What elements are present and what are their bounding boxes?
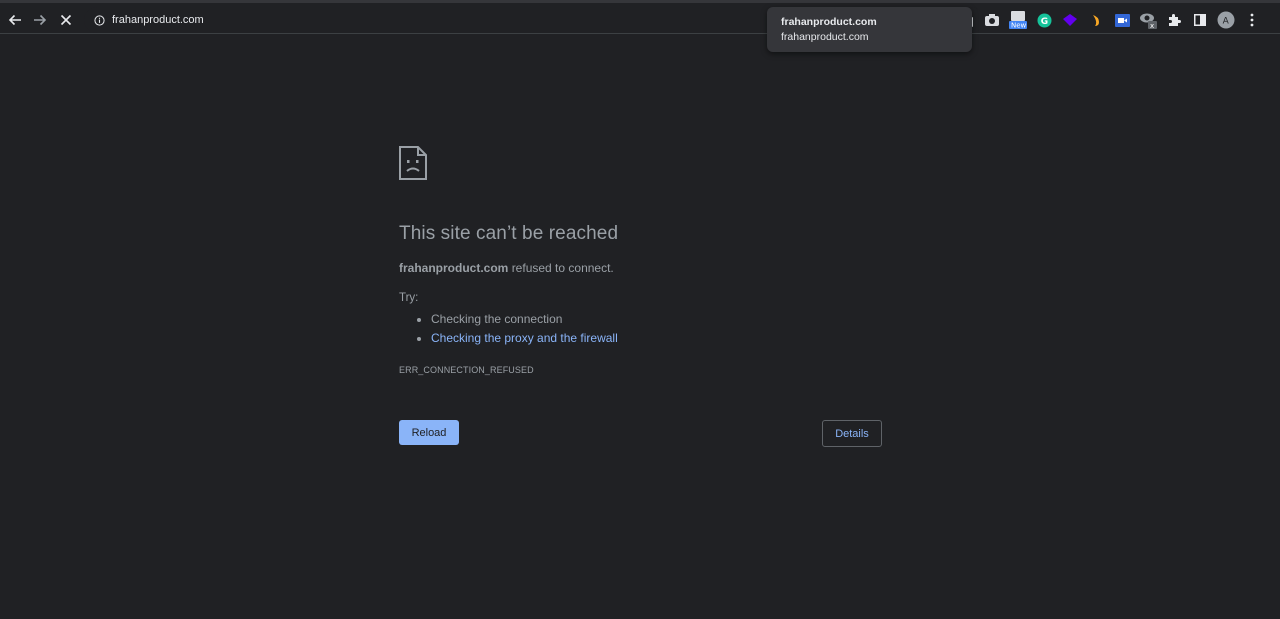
- svg-text:New: New: [1011, 22, 1027, 30]
- svg-text:G: G: [1040, 17, 1047, 27]
- url-tooltip: frahanproduct.com frahanproduct.com: [767, 7, 972, 52]
- video-record-icon[interactable]: [1112, 10, 1132, 30]
- forward-button[interactable]: [28, 8, 52, 32]
- error-message: refused to connect.: [511, 261, 614, 275]
- browser-toolbar: frahanproduct.com G New: [0, 0, 1280, 34]
- extensions-area: G New G: [950, 10, 1262, 30]
- details-button[interactable]: Details: [822, 420, 882, 447]
- tooltip-title: frahanproduct.com: [781, 16, 877, 28]
- toolbar-divider: [0, 33, 1280, 34]
- suggestion-check-proxy-link[interactable]: Checking the proxy and the firewall: [431, 331, 618, 345]
- error-code: ERR_CONNECTION_REFUSED: [399, 365, 534, 375]
- profile-avatar[interactable]: A: [1216, 10, 1236, 30]
- svg-text:x: x: [1150, 22, 1154, 29]
- suggestion-item[interactable]: Checking the proxy and the firewall: [431, 329, 882, 348]
- info-icon[interactable]: [92, 13, 106, 27]
- camera-icon[interactable]: [982, 10, 1002, 30]
- sad-document-icon: [399, 146, 427, 180]
- close-icon: [60, 14, 72, 26]
- error-description: frahanproduct.com refused to connect.: [399, 261, 882, 275]
- diamond-icon[interactable]: [1060, 10, 1080, 30]
- grammarly-icon[interactable]: G: [1034, 10, 1054, 30]
- try-label: Try:: [399, 292, 419, 304]
- back-button[interactable]: [3, 8, 27, 32]
- suggestion-check-connection: Checking the connection: [431, 312, 563, 326]
- arrow-left-icon: [8, 14, 21, 26]
- button-row: Reload Details: [399, 420, 882, 447]
- error-title: This site can’t be reached: [399, 223, 619, 244]
- side-panel-icon[interactable]: [1190, 10, 1210, 30]
- svg-text:A: A: [1223, 17, 1230, 27]
- error-host: frahanproduct.com: [399, 261, 509, 275]
- arrow-right-icon: [34, 14, 47, 26]
- menu-kebab-icon[interactable]: [1242, 10, 1262, 30]
- tooltip-subtitle: frahanproduct.com: [781, 31, 869, 43]
- error-page: This site can’t be reached frahanproduct…: [399, 146, 882, 447]
- eye-extension-icon[interactable]: x: [1138, 10, 1158, 30]
- reload-button[interactable]: Reload: [399, 420, 459, 445]
- stop-loading-button[interactable]: [54, 8, 78, 32]
- suggestion-list: Checking the connection Checking the pro…: [399, 310, 882, 348]
- suggestion-item: Checking the connection: [431, 310, 882, 329]
- new-badge-icon[interactable]: New: [1008, 10, 1028, 30]
- flame-icon[interactable]: [1086, 10, 1106, 30]
- url-text[interactable]: frahanproduct.com: [112, 14, 204, 26]
- puzzle-icon[interactable]: [1164, 10, 1184, 30]
